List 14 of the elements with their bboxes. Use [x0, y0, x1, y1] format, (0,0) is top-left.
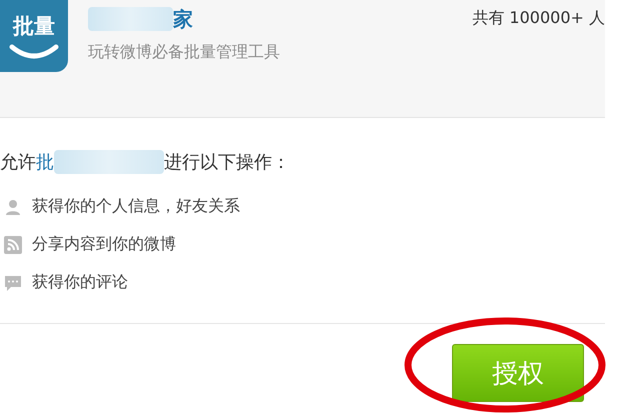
- permission-text: 获得你的个人信息，好友关系: [32, 196, 240, 217]
- prompt-text: 允许: [0, 151, 36, 174]
- permission-text: 获得你的评论: [32, 272, 128, 293]
- person-icon: [4, 198, 22, 216]
- logo-text: 批量: [13, 13, 55, 40]
- app-name[interactable]: 家: [173, 6, 193, 32]
- permission-text: 分享内容到你的微博: [32, 234, 176, 255]
- smile-icon: [9, 44, 59, 60]
- comment-icon: [4, 274, 22, 292]
- user-count: 共有 100000+ 人: [472, 8, 605, 29]
- app-link[interactable]: 批: [36, 150, 54, 174]
- prompt-text: 进行以下操作：: [164, 151, 290, 174]
- rss-icon: [4, 236, 22, 254]
- app-tagline: 玩转微博必备批量管理工具: [88, 42, 281, 63]
